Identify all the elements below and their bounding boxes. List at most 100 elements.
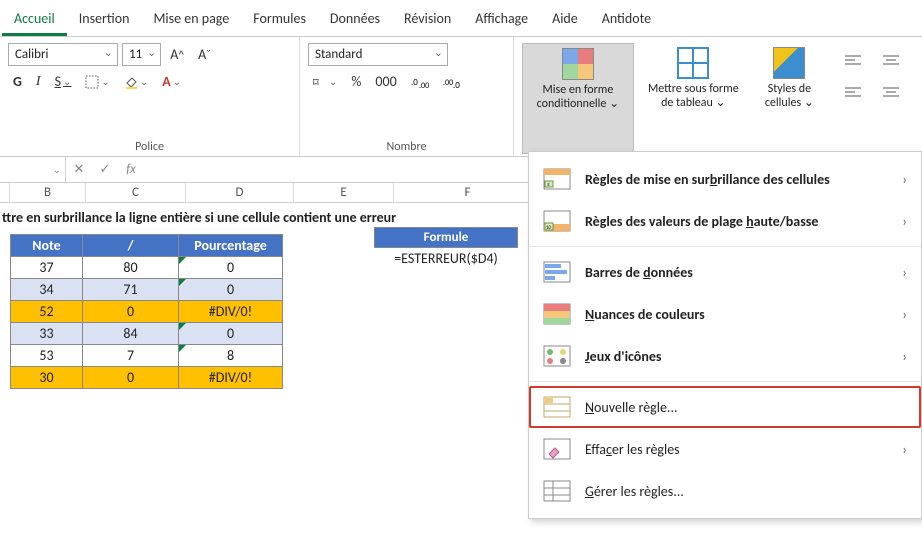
font-size-select[interactable]: 11 bbox=[122, 43, 161, 66]
group-police: Calibri 11 A^ Aˇ G I S A Police bbox=[0, 37, 300, 156]
italic-button[interactable]: I bbox=[31, 71, 46, 93]
decrease-font-icon[interactable]: Aˇ bbox=[193, 43, 216, 66]
table-row[interactable]: 53 7 8 bbox=[11, 345, 283, 367]
number-format-select[interactable]: Standard bbox=[308, 43, 448, 66]
format-as-table-button[interactable]: Mettre sous forme de tableau ⌄ bbox=[638, 43, 749, 154]
tab-mise-en-page[interactable]: Mise en page bbox=[141, 4, 241, 36]
col-header-c[interactable]: C bbox=[86, 183, 186, 203]
font-name-select[interactable]: Calibri bbox=[8, 43, 118, 66]
conditional-formatting-menu: ≤ Règles de mise en surbrillance des cel… bbox=[528, 151, 922, 519]
cell[interactable]: 30 bbox=[11, 367, 83, 389]
cell[interactable]: 0 bbox=[83, 367, 179, 389]
svg-text:.0: .0 bbox=[453, 80, 460, 89]
cell[interactable]: 0 bbox=[179, 323, 283, 345]
col-header-f[interactable]: F bbox=[394, 183, 542, 203]
align-left-icon[interactable] bbox=[840, 51, 866, 69]
menu-highlight-rules[interactable]: ≤ Règles de mise en surbrillance des cel… bbox=[529, 158, 921, 200]
tab-insertion[interactable]: Insertion bbox=[67, 4, 142, 36]
col-header-d[interactable]: D bbox=[186, 183, 294, 203]
percent-button[interactable]: % bbox=[346, 70, 366, 93]
font-color-button[interactable]: A bbox=[157, 70, 186, 93]
tab-antidote[interactable]: Antidote bbox=[590, 4, 663, 36]
table-row[interactable]: 52 0 #DIV/0! bbox=[11, 301, 283, 323]
menu-data-bars[interactable]: Barres de données › bbox=[529, 251, 921, 293]
menu-color-scales[interactable]: Nuances de couleurs › bbox=[529, 293, 921, 335]
bold-button[interactable]: G bbox=[8, 70, 27, 93]
cell[interactable]: 84 bbox=[83, 323, 179, 345]
cell[interactable]: 52 bbox=[11, 301, 83, 323]
name-box[interactable] bbox=[0, 157, 66, 182]
chevron-right-icon: › bbox=[902, 306, 907, 323]
thousands-button[interactable]: 000 bbox=[370, 70, 401, 93]
tab-formules[interactable]: Formules bbox=[241, 4, 318, 36]
cell[interactable]: 33 bbox=[11, 323, 83, 345]
cell[interactable]: 7 bbox=[83, 345, 179, 367]
currency-button[interactable]: ⌑ bbox=[308, 72, 342, 92]
chevron-right-icon: › bbox=[902, 348, 907, 365]
table-row[interactable]: 34 71 0 bbox=[11, 279, 283, 301]
th-pourcentage: Pourcentage bbox=[179, 235, 283, 257]
formula-display: Formule =ESTERREUR($D4) bbox=[374, 227, 518, 269]
accept-formula-icon[interactable]: ✓ bbox=[92, 162, 118, 177]
menu-separator bbox=[529, 246, 921, 247]
table-row[interactable]: 37 80 0 bbox=[11, 257, 283, 279]
tab-accueil[interactable]: Accueil bbox=[2, 4, 67, 36]
menu-top-bottom-rules[interactable]: 10 Règles des valeurs de plage haute/bas… bbox=[529, 200, 921, 242]
align-center2-icon[interactable] bbox=[878, 83, 904, 101]
tab-aide[interactable]: Aide bbox=[540, 4, 590, 36]
col-header-b[interactable]: B bbox=[10, 183, 86, 203]
borders-icon bbox=[85, 75, 99, 89]
cell[interactable]: 0 bbox=[179, 279, 283, 301]
underline-button[interactable]: S bbox=[50, 70, 77, 93]
cell[interactable]: 37 bbox=[11, 257, 83, 279]
currency-icon: ⌑ bbox=[313, 75, 327, 89]
bucket-icon bbox=[124, 75, 138, 89]
align-center-icon[interactable] bbox=[878, 51, 904, 69]
svg-text:.00: .00 bbox=[443, 78, 453, 88]
col-header-corner[interactable] bbox=[0, 183, 10, 203]
cell[interactable]: 71 bbox=[83, 279, 179, 301]
chevron-right-icon: › bbox=[902, 441, 907, 458]
cancel-formula-icon[interactable]: ✕ bbox=[66, 162, 92, 177]
conditional-formatting-icon bbox=[562, 48, 594, 80]
menu-separator bbox=[529, 381, 921, 382]
increase-font-icon[interactable]: A^ bbox=[165, 43, 189, 66]
icon-sets-icon bbox=[543, 345, 571, 367]
cell[interactable]: 53 bbox=[11, 345, 83, 367]
th-note: Note bbox=[11, 235, 83, 257]
menu-clear-rules[interactable]: Effacer les règles › bbox=[529, 428, 921, 470]
th-slash: / bbox=[83, 235, 179, 257]
group-label-police: Police bbox=[8, 138, 291, 154]
new-rule-icon bbox=[543, 396, 571, 418]
data-bars-icon bbox=[543, 261, 571, 283]
group-nombre: Standard ⌑ % 000 .0.00 .00.0 Nombre bbox=[300, 37, 514, 156]
table-row[interactable]: 30 0 #DIV/0! bbox=[11, 367, 283, 389]
cell-styles-icon bbox=[773, 47, 805, 79]
table-row[interactable]: 33 84 0 bbox=[11, 323, 283, 345]
fx-button[interactable]: fx bbox=[118, 162, 144, 177]
align-left2-icon[interactable] bbox=[840, 83, 866, 101]
cell[interactable]: 34 bbox=[11, 279, 83, 301]
menu-new-rule[interactable]: Nouvelle règle... bbox=[529, 386, 921, 428]
col-header-e[interactable]: E bbox=[294, 183, 394, 203]
formula-value: =ESTERREUR($D4) bbox=[374, 248, 518, 269]
tab-donnees[interactable]: Données bbox=[318, 4, 392, 36]
menu-manage-rules[interactable]: Gérer les règles... bbox=[529, 470, 921, 512]
svg-text:⌑: ⌑ bbox=[313, 76, 319, 89]
cell[interactable]: #DIV/0! bbox=[179, 301, 283, 323]
ribbon-tabs: Accueil Insertion Mise en page Formules … bbox=[0, 0, 922, 37]
increase-decimal-button[interactable]: .0.00 bbox=[406, 72, 434, 92]
cell[interactable]: #DIV/0! bbox=[179, 367, 283, 389]
cell[interactable]: 80 bbox=[83, 257, 179, 279]
fill-color-button[interactable] bbox=[119, 72, 153, 92]
cell[interactable]: 0 bbox=[179, 257, 283, 279]
conditional-formatting-button[interactable]: Mise en forme conditionnelle ⌄ bbox=[522, 43, 634, 154]
decrease-decimal-button[interactable]: .00.0 bbox=[438, 72, 466, 92]
cell[interactable]: 8 bbox=[179, 345, 283, 367]
cell-styles-button[interactable]: Styles de cellules ⌄ bbox=[753, 43, 826, 154]
tab-revision[interactable]: Révision bbox=[392, 4, 463, 36]
tab-affichage[interactable]: Affichage bbox=[463, 4, 540, 36]
cell[interactable]: 0 bbox=[83, 301, 179, 323]
borders-button[interactable] bbox=[80, 72, 114, 92]
menu-icon-sets[interactable]: Jeux d'icônes › bbox=[529, 335, 921, 377]
